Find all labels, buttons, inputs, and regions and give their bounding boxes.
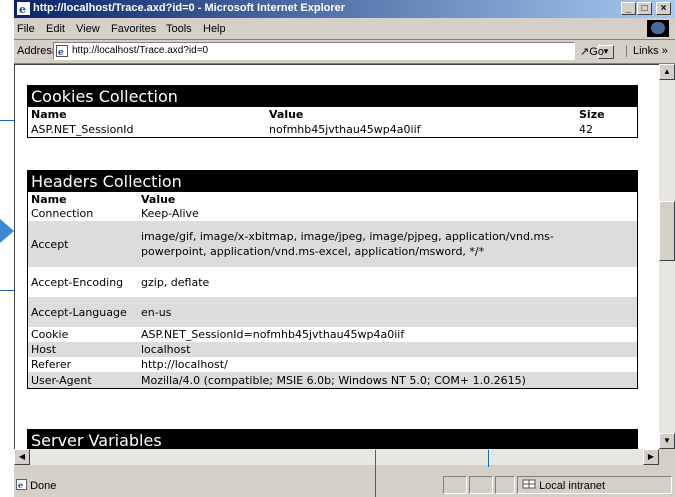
menu-favorites[interactable]: Favorites [111, 23, 156, 35]
table-row: Accept-Encoding gzip, deflate [28, 267, 637, 297]
header-value: image/gif, image/x-xbitmap, image/jpeg, … [141, 230, 554, 258]
status-panel [495, 476, 515, 494]
header-value: localhost [141, 343, 191, 356]
address-input[interactable]: e http://localhost/Trace.axd?id=0 ▼ [53, 42, 614, 60]
header-value: ASP.NET_SessionId=nofmhb45jvthau45wp4a0i… [141, 328, 405, 341]
column-header: Name [31, 107, 67, 121]
cookie-name: ASP.NET_SessionId [31, 122, 134, 136]
scroll-down-button[interactable]: ▼ [659, 433, 675, 449]
page-icon: e [56, 45, 68, 57]
table-row: Connection Keep-Alive [28, 206, 637, 221]
close-button[interactable]: × [656, 2, 671, 15]
column-header: Value [141, 192, 176, 206]
table-row: Host localhost [28, 342, 637, 357]
table-header-row: Name Value Size [28, 107, 637, 121]
header-name: User-Agent [31, 373, 92, 387]
address-bar: Address e http://localhost/Trace.axd?id=… [14, 40, 675, 64]
menu-file[interactable]: File [17, 23, 35, 35]
table-row: Accept image/gif, image/x-xbitmap, image… [28, 221, 637, 267]
scrollbar-corner [659, 449, 675, 465]
cookies-collection-title: Cookies Collection [28, 86, 637, 107]
links-button[interactable]: Links » [626, 45, 668, 57]
status-text: e Done [16, 479, 57, 492]
page-content: Cookies Collection Name Value Size ASP.N… [14, 64, 659, 449]
header-value: http://localhost/ [141, 358, 228, 371]
svg-text:e: e [58, 48, 64, 57]
column-header: Value [269, 107, 304, 121]
table-row: Referer http://localhost/ [28, 357, 637, 372]
table-row: Accept-Language en-us [28, 297, 637, 327]
header-name: Connection [31, 207, 94, 220]
menu-view[interactable]: View [76, 23, 100, 35]
maximize-button[interactable]: □ [637, 2, 652, 15]
page-done-icon: e [16, 479, 27, 490]
address-url: http://localhost/Trace.axd?id=0 [72, 45, 209, 56]
horizontal-scrollbar[interactable]: ◀ ▶ [14, 449, 659, 465]
cookie-value: nofmhb45jvthau45wp4a0iif [269, 122, 421, 136]
status-bar: e Done Local intranet [14, 466, 675, 497]
headers-collection-title: Headers Collection [28, 171, 637, 192]
title-bar: e http://localhost/Trace.axd?id=0 - Micr… [14, 0, 675, 18]
header-value: gzip, deflate [141, 275, 210, 289]
header-name: Host [31, 343, 57, 356]
menu-tools[interactable]: Tools [166, 23, 192, 35]
column-header: Name [31, 192, 67, 206]
table-row: Cookie ASP.NET_SessionId=nofmhb45jvthau4… [28, 327, 637, 342]
minimize-button[interactable]: _ [621, 2, 636, 15]
header-name: Accept [31, 237, 69, 251]
menu-edit[interactable]: Edit [46, 23, 65, 35]
window-title: http://localhost/Trace.axd?id=0 - Micros… [33, 2, 346, 14]
table-row: User-Agent Mozilla/4.0 (compatible; MSIE… [28, 372, 637, 388]
status-panel [469, 476, 493, 494]
cookies-collection-table: Cookies Collection Name Value Size ASP.N… [27, 85, 638, 138]
go-button[interactable]: ↗Go [580, 45, 604, 58]
column-header: Size [579, 107, 605, 121]
vertical-scrollbar[interactable]: ▲ ▼ [659, 64, 675, 449]
security-zone: Local intranet [522, 479, 605, 492]
windows-logo-icon [647, 20, 669, 37]
header-value: Mozilla/4.0 (compatible; MSIE 6.0b; Wind… [141, 373, 526, 387]
local-intranet-icon [522, 479, 536, 489]
cookie-size: 42 [579, 122, 593, 136]
table-header-row: Name Value [28, 192, 637, 206]
server-variables-table: Server Variables [27, 429, 638, 449]
svg-text:e: e [19, 3, 26, 15]
header-value: en-us [141, 305, 172, 319]
vertical-scroll-thumb[interactable] [659, 201, 675, 261]
callout-arrow-headers [0, 219, 14, 243]
scroll-left-button[interactable]: ◀ [14, 449, 30, 465]
header-name: Referer [31, 358, 72, 371]
header-name: Accept-Encoding [31, 275, 124, 289]
internet-explorer-icon: e [17, 2, 30, 15]
menu-help[interactable]: Help [203, 23, 226, 35]
scroll-up-button[interactable]: ▲ [659, 64, 675, 80]
callout-line-bottom-left [375, 450, 376, 497]
server-variables-title: Server Variables [28, 430, 637, 449]
header-name: Accept-Language [31, 305, 127, 319]
svg-text:e: e [18, 480, 23, 490]
address-label: Address [17, 45, 58, 57]
menu-bar: File Edit View Favorites Tools Help [14, 19, 675, 40]
header-name: Cookie [31, 328, 69, 341]
table-row: ASP.NET_SessionId nofmhb45jvthau45wp4a0i… [28, 121, 637, 137]
status-panel [443, 476, 467, 494]
callout-line-bottom-right [488, 450, 489, 467]
browser-window: e http://localhost/Trace.axd?id=0 - Micr… [14, 0, 675, 497]
header-value: Keep-Alive [141, 207, 199, 220]
headers-collection-table: Headers Collection Name Value Connection… [27, 170, 638, 389]
scroll-right-button[interactable]: ▶ [643, 449, 659, 465]
